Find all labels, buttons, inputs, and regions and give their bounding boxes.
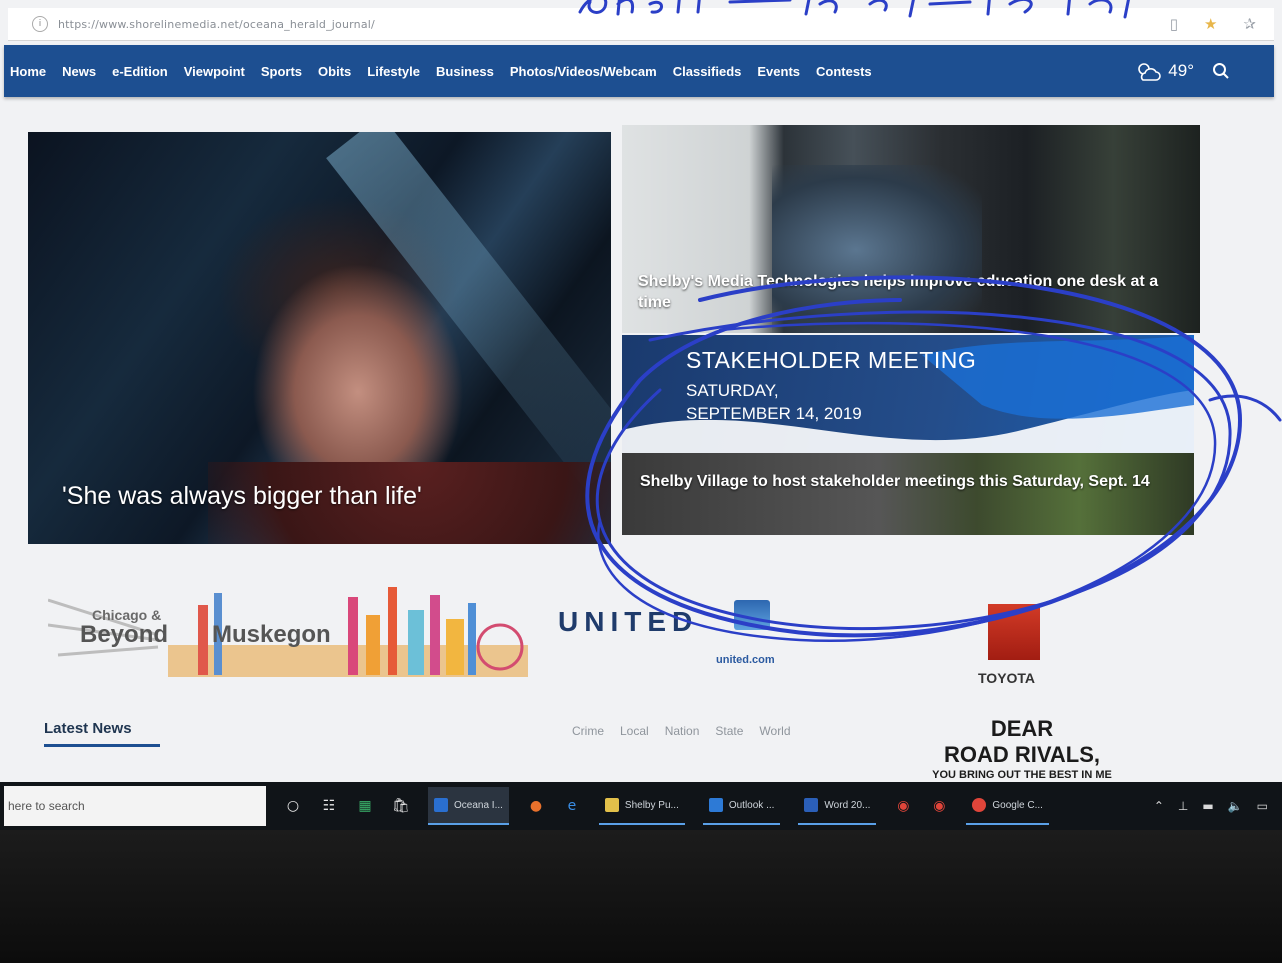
hero-bottom-caption[interactable]: Shelby Village to host stakeholder meeti… [640, 471, 1185, 492]
promo-day: SATURDAY, [686, 381, 779, 400]
folder-icon [604, 798, 619, 812]
partly-cloudy-icon [1138, 63, 1162, 81]
info-icon[interactable]: i [32, 16, 48, 32]
network-icon[interactable]: ⊥ [1178, 799, 1188, 813]
chrome-icon[interactable]: ◉ [894, 797, 912, 815]
taskbar-app-shelby[interactable]: Shelby Pu... [598, 787, 685, 825]
hero-bottom-photo [622, 453, 1194, 535]
hero-top-story[interactable]: Shelby's Media Technologies helps improv… [622, 125, 1200, 333]
ie-icon[interactable]: e [563, 797, 581, 815]
united-globe-icon [734, 600, 770, 630]
nav-item-lifestyle[interactable]: Lifestyle [367, 64, 420, 79]
notification-icon[interactable]: ▭ [1257, 799, 1268, 813]
nav-item-e-edition[interactable]: e-Edition [112, 64, 168, 79]
nav-item-home[interactable]: Home [10, 64, 46, 79]
store-icon[interactable]: 🛍 [392, 797, 410, 815]
nav-item-classifieds[interactable]: Classifieds [673, 64, 742, 79]
handwritten-annotation [570, 0, 1250, 31]
news-filters: Crime Local Nation State World [572, 724, 791, 738]
taskbar-app-word-label: Word 20... [824, 799, 871, 811]
ad-united[interactable]: UNITED united.com [556, 598, 796, 678]
task-view-icon[interactable]: ☷ [320, 797, 338, 815]
ad-chicago-line2: Beyond [80, 621, 169, 648]
ad-dear-road-rivals[interactable]: DEAR ROAD RIVALS, YOU BRING OUT THE BEST… [922, 716, 1122, 780]
taskbar-icons: ○ ☷ ▦ 🛍 Oceana I... ● e Shelby Pu... Out… [284, 787, 1049, 825]
filter-world[interactable]: World [759, 724, 790, 738]
hero-main-photo-streak [326, 132, 611, 490]
nav-item-news[interactable]: News [62, 64, 96, 79]
taskbar-search-input[interactable]: here to search [4, 786, 266, 826]
nav-item-obits[interactable]: Obits [318, 64, 351, 79]
promo-full-date: SEPTEMBER 14, 2019 [686, 404, 862, 423]
taskbar-app-oceana[interactable]: Oceana I... [428, 787, 509, 825]
taskbar-app-outlook[interactable]: Outlook ... [702, 787, 781, 825]
latest-news-underline [44, 744, 160, 747]
word-icon [804, 798, 819, 812]
dear-line3: YOU BRING OUT THE BEST IN ME [932, 769, 1112, 780]
ad-toyota[interactable]: TOYOTA [976, 604, 1056, 694]
weather-widget[interactable]: 49° [1134, 60, 1194, 82]
hero-main-caption[interactable]: 'She was always bigger than life' [62, 482, 602, 511]
filter-crime[interactable]: Crime [572, 724, 604, 738]
edge-icon [434, 798, 448, 812]
united-site-link[interactable]: united.com [716, 654, 775, 666]
nav-item-photos-videos-webcam[interactable]: Photos/Videos/Webcam [510, 64, 657, 79]
main-nav: Home News e-Edition Viewpoint Sports Obi… [4, 45, 1274, 97]
taskbar-app-shelby-label: Shelby Pu... [624, 799, 679, 811]
filter-local[interactable]: Local [620, 724, 649, 738]
outlook-icon [708, 798, 723, 812]
nav-items: Home News e-Edition Viewpoint Sports Obi… [4, 64, 872, 79]
nav-right: 49° [1134, 60, 1230, 82]
cortana-icon[interactable]: ○ [284, 797, 302, 815]
latest-news-heading[interactable]: Latest News [44, 720, 132, 737]
taskbar-app-outlook-label: Outlook ... [728, 799, 775, 811]
hero-main-story[interactable]: 'She was always bigger than life' [28, 132, 611, 544]
dear-line1: DEAR [990, 716, 1054, 741]
nav-item-business[interactable]: Business [436, 64, 494, 79]
excel-icon[interactable]: ▦ [356, 797, 374, 815]
united-logo-text: UNITED [558, 606, 699, 637]
system-tray: ⌃ ⊥ ▬ 🔈 ▭ [1154, 799, 1268, 813]
monitor-screen: i https://www.shorelinemedia.net/oceana_… [0, 0, 1282, 830]
hero-top-caption[interactable]: Shelby's Media Technologies helps improv… [638, 271, 1188, 313]
chrome-profile-icon[interactable]: ◉ [930, 797, 948, 815]
taskbar-app-word[interactable]: Word 20... [798, 787, 877, 825]
nav-item-contests[interactable]: Contests [816, 64, 872, 79]
toyota-ad-graphic [988, 604, 1040, 660]
taskbar-search-placeholder: here to search [8, 799, 85, 813]
taskbar-app-google-chrome-label: Google C... [992, 799, 1043, 811]
promo-date: SATURDAY, SEPTEMBER 14, 2019 [686, 379, 862, 425]
filter-state[interactable]: State [715, 724, 743, 738]
windows-taskbar: here to search ○ ☷ ▦ 🛍 Oceana I... ● e S… [0, 782, 1282, 830]
volume-icon[interactable]: 🔈 [1228, 799, 1243, 813]
dear-line2: ROAD RIVALS, [943, 742, 1101, 767]
battery-icon[interactable]: ▬ [1202, 799, 1213, 813]
taskbar-app-google-chrome[interactable]: Google C... [966, 787, 1049, 825]
url-text[interactable]: https://www.shorelinemedia.net/oceana_he… [58, 18, 375, 31]
handwriting-scribble [578, 0, 1130, 19]
monitor-bezel [0, 830, 1282, 963]
promo-headline: STAKEHOLDER MEETING [686, 347, 977, 373]
search-icon[interactable] [1212, 62, 1230, 80]
tray-chevron-up-icon[interactable]: ⌃ [1154, 799, 1164, 813]
ad-chicago-line3: Muskegon [212, 621, 331, 648]
hero-bottom-story[interactable]: STAKEHOLDER MEETING SATURDAY, SEPTEMBER … [622, 335, 1194, 535]
taskbar-app-oceana-label: Oceana I... [454, 799, 503, 811]
temperature: 49° [1168, 61, 1194, 80]
nav-item-events[interactable]: Events [757, 64, 800, 79]
firefox-icon[interactable]: ● [527, 797, 545, 815]
toyota-label: TOYOTA [978, 670, 1036, 686]
nav-item-sports[interactable]: Sports [261, 64, 302, 79]
ad-chicago-beyond[interactable]: Chicago & Beyond Muskegon [48, 585, 533, 685]
nav-item-viewpoint[interactable]: Viewpoint [184, 64, 245, 79]
filter-nation[interactable]: Nation [665, 724, 700, 738]
google-chrome-icon [972, 798, 987, 812]
